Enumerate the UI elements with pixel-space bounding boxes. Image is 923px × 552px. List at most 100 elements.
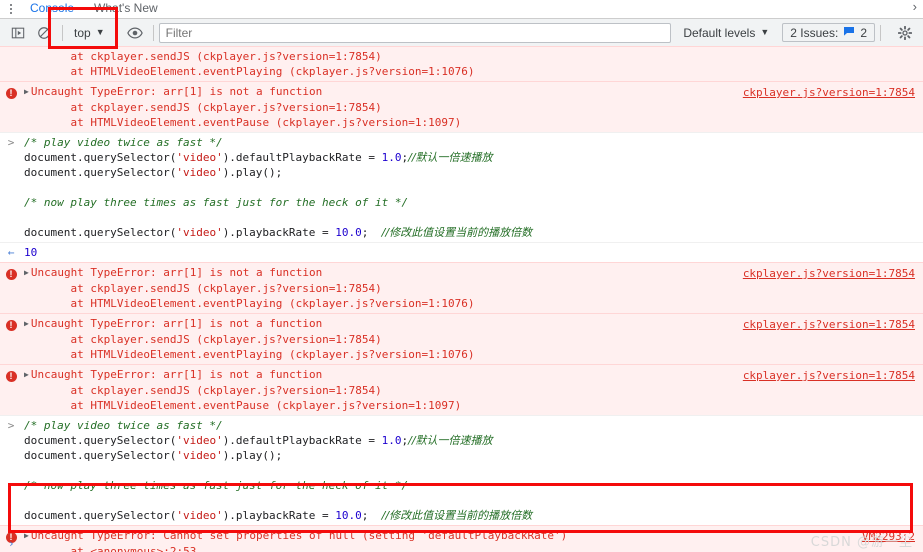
error-icon: ! (5, 88, 17, 99)
console-row-error[interactable]: ! ▶ Uncaught TypeError: arr[1] is not a f… (0, 364, 923, 416)
console-row-error[interactable]: at ckplayer.sendJS (ckplayer.js?version=… (0, 46, 923, 82)
devtools-tabstrip: Console What's New › (0, 0, 923, 21)
code-line: document.querySelector('video').play(); (24, 166, 283, 179)
stack-line[interactable]: at ckplayer.sendJS (ckplayer.js?version=… (24, 100, 919, 115)
expand-triangle-icon[interactable]: ▶ (24, 531, 29, 540)
console-row-error[interactable]: ! ▶ Uncaught TypeError: arr[1] is not a f… (0, 81, 923, 133)
code-comment-cn: //默认一倍速播放 (408, 151, 493, 164)
stack-line[interactable]: at HTMLVideoElement.eventPause (ckplayer… (24, 115, 919, 130)
message-gutter: ← (0, 245, 22, 260)
result-arrow-icon: ← (7, 246, 15, 259)
issues-flag-icon (843, 26, 855, 40)
code-line: /* play video twice as fast */ (24, 136, 223, 149)
log-levels-label: Default levels (683, 25, 756, 40)
code-line: document.querySelector('video').playback… (24, 509, 533, 522)
source-link[interactable]: ckplayer.js?version=1:7854 (743, 85, 915, 100)
toolbar-divider-4 (880, 24, 881, 41)
code-comment-cn: //修改此值设置当前的播放倍数 (381, 226, 533, 239)
console-row-input[interactable]: > /* play video twice as fast */ documen… (0, 415, 923, 526)
console-row-error[interactable]: ! ▶ Uncaught TypeError: Cannot set proper… (0, 525, 923, 552)
code-line: document.querySelector('video').play(); (24, 449, 283, 462)
tab-console[interactable]: Console (20, 0, 84, 21)
stack-line[interactable]: at HTMLVideoElement.eventPlaying (ckplay… (24, 347, 919, 362)
stack-line[interactable]: at HTMLVideoElement.eventPlaying (ckplay… (24, 296, 919, 311)
chevron-down-icon: ▼ (95, 27, 105, 37)
message-content: /* play video twice as fast */ document.… (0, 418, 923, 523)
issues-badge[interactable]: 2 Issues: 2 (782, 23, 875, 42)
stack-line[interactable]: at HTMLVideoElement.eventPause (ckplayer… (24, 398, 919, 413)
prompt-arrow-icon: > (7, 136, 15, 149)
console-message-list[interactable]: at ckplayer.sendJS (ckplayer.js?version=… (0, 46, 923, 552)
execution-context-label: top (74, 25, 91, 40)
toolbar-divider-1 (62, 24, 63, 41)
message-content: 10 (0, 245, 923, 260)
sidebar-toggle-icon[interactable] (5, 21, 31, 45)
error-icon: ! (5, 320, 17, 331)
log-levels-select[interactable]: Default levels ▼ (679, 26, 773, 40)
stack-line[interactable]: at ckplayer.sendJS (ckplayer.js?version=… (24, 281, 919, 296)
console-row-error[interactable]: ! ▶ Uncaught TypeError: arr[1] is not a f… (0, 262, 923, 314)
error-message-text: Uncaught TypeError: arr[1] is not a func… (30, 266, 323, 279)
error-icon: ! (5, 269, 17, 280)
message-gutter: ! (0, 265, 22, 280)
expand-triangle-icon[interactable]: ▶ (24, 87, 29, 96)
error-icon: ! (5, 371, 17, 382)
stack-line[interactable]: at ckplayer.sendJS (ckplayer.js?version=… (24, 383, 919, 398)
message-content: at ckplayer.sendJS (ckplayer.js?version=… (0, 49, 923, 79)
code-line: /* now play three times as fast just for… (24, 196, 409, 209)
live-expression-eye-icon[interactable] (122, 21, 148, 45)
chevron-right-icon[interactable]: › (913, 0, 917, 14)
code-line: document.querySelector('video').defaultP… (24, 151, 493, 164)
code-line: document.querySelector('video').defaultP… (24, 434, 493, 447)
stack-line[interactable]: at HTMLVideoElement.eventPlaying (ckplay… (24, 64, 919, 79)
expand-triangle-icon[interactable]: ▶ (24, 319, 29, 328)
tab-whats-new-label: What's New (94, 1, 158, 15)
code-line: /* play video twice as fast */ (24, 419, 223, 432)
message-content: ▶ Uncaught TypeError: Cannot set properti… (0, 528, 923, 552)
console-row-error[interactable]: ! ▶ Uncaught TypeError: arr[1] is not a f… (0, 313, 923, 365)
stack-line[interactable]: at ckplayer.sendJS (ckplayer.js?version=… (24, 49, 919, 64)
tab-console-label: Console (30, 1, 75, 15)
source-link[interactable]: ckplayer.js?version=1:7854 (743, 368, 915, 383)
expand-triangle-icon[interactable]: ▶ (24, 370, 29, 379)
execution-context-select[interactable]: top ▼ (68, 23, 111, 43)
issues-label: 2 Issues: (790, 25, 839, 40)
clear-console-icon[interactable] (31, 21, 57, 45)
error-message-text: Uncaught TypeError: arr[1] is not a func… (30, 368, 323, 381)
gear-icon[interactable] (892, 21, 918, 45)
prompt-arrow-icon: > (7, 419, 15, 432)
chevron-down-icon: ▼ (760, 27, 770, 37)
toolbar-divider-2 (115, 24, 117, 41)
source-link[interactable]: ckplayer.js?version=1:7854 (743, 317, 915, 332)
devtools-window: Console What's New › top ▼ Filter Defaul… (0, 0, 923, 552)
message-gutter: > (0, 418, 22, 433)
stack-line[interactable]: at ckplayer.sendJS (ckplayer.js?version=… (24, 332, 919, 347)
console-prompt-arrow-icon[interactable]: › (8, 537, 15, 550)
watermark: CSDN @游一尘 (810, 535, 913, 550)
error-message-text: Uncaught TypeError: arr[1] is not a func… (30, 85, 323, 98)
error-message-line[interactable]: ▶ Uncaught TypeError: Cannot set properti… (24, 528, 919, 544)
result-value: 10 (24, 246, 38, 259)
code-line: document.querySelector('video').playback… (24, 226, 533, 239)
stack-line[interactable]: at <anonymous>:2:53 (24, 544, 919, 552)
tab-whats-new[interactable]: What's New (84, 0, 168, 18)
message-gutter: ! (0, 316, 22, 331)
expand-triangle-icon[interactable]: ▶ (24, 268, 29, 277)
filter-input[interactable] (158, 22, 672, 43)
console-row-result[interactable]: ← 10 (0, 242, 923, 263)
toolbar-divider-3 (152, 24, 154, 41)
code-comment-cn: //修改此值设置当前的播放倍数 (381, 509, 533, 522)
message-content: /* play video twice as fast */ document.… (0, 135, 923, 240)
error-message-text: Uncaught TypeError: Cannot set propertie… (30, 529, 568, 542)
console-row-input[interactable]: > /* play video twice as fast */ documen… (0, 132, 923, 243)
source-link[interactable]: ckplayer.js?version=1:7854 (743, 266, 915, 281)
console-toolbar: top ▼ Default levels ▼ 2 Issues: 2 (0, 19, 923, 47)
message-gutter: ! (0, 84, 22, 99)
error-message-text: Uncaught TypeError: arr[1] is not a func… (30, 317, 323, 330)
more-options-icon[interactable] (2, 0, 20, 18)
tabstrip-right-controls: › (913, 0, 923, 14)
code-comment-cn: //默认一倍速播放 (408, 434, 493, 447)
